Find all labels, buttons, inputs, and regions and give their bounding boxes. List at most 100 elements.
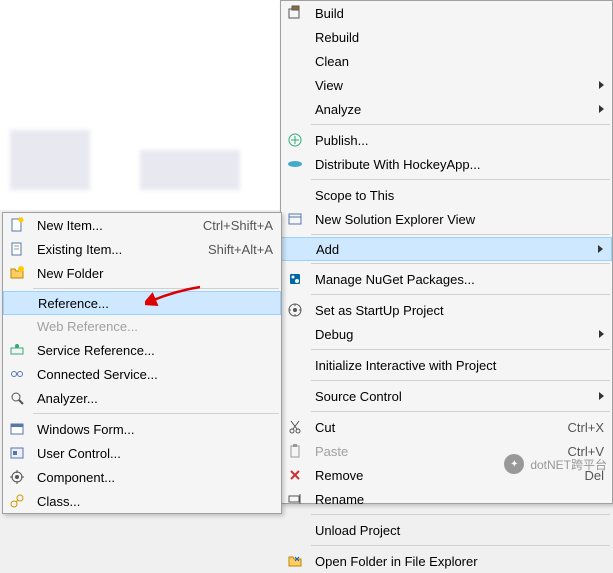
- subMenu-new-item[interactable]: New Item...Ctrl+Shift+A: [3, 213, 281, 237]
- menu-item-label: View: [309, 78, 591, 93]
- mainMenu-initialize-interactive-with-project[interactable]: Initialize Interactive with Project: [281, 353, 612, 377]
- menu-item-label: Analyzer...: [31, 391, 273, 406]
- chevron-right-icon: [599, 81, 604, 89]
- menu-separator: [33, 413, 279, 414]
- mainMenu-distribute-with-hockeyapp[interactable]: Distribute With HockeyApp...: [281, 152, 612, 176]
- build-icon: [281, 5, 309, 21]
- chevron-right-icon: [598, 245, 603, 253]
- menu-item-label: Windows Form...: [31, 422, 273, 437]
- menu-separator: [311, 411, 610, 412]
- menu-item-label: Service Reference...: [31, 343, 273, 358]
- new-item-icon: [3, 217, 31, 233]
- menu-separator: [311, 263, 610, 264]
- menu-item-label: Connected Service...: [31, 367, 273, 382]
- mainMenu-clean[interactable]: Clean: [281, 49, 612, 73]
- menu-separator: [311, 380, 610, 381]
- chevron-right-icon: [599, 392, 604, 400]
- subMenu-existing-item[interactable]: Existing Item...Shift+Alt+A: [3, 237, 281, 261]
- menu-item-label: Reference...: [32, 296, 272, 311]
- publish-icon: [281, 132, 309, 148]
- chevron-right-icon: [599, 105, 604, 113]
- menu-item-label: User Control...: [31, 446, 273, 461]
- subMenu-new-folder[interactable]: New Folder: [3, 261, 281, 285]
- menu-item-label: New Folder: [31, 266, 273, 281]
- context-menu-add-submenu: New Item...Ctrl+Shift+AExisting Item...S…: [2, 212, 282, 514]
- subMenu-service-reference[interactable]: Service Reference...: [3, 338, 281, 362]
- menu-separator: [33, 288, 279, 289]
- menu-item-label: Rebuild: [309, 30, 604, 45]
- subMenu-class[interactable]: Class...: [3, 489, 281, 513]
- startup-icon: [281, 302, 309, 318]
- menu-separator: [311, 124, 610, 125]
- mainMenu-add[interactable]: Add: [281, 237, 612, 261]
- menu-item-label: Publish...: [309, 133, 604, 148]
- menu-item-label: Scope to This: [309, 188, 604, 203]
- mainMenu-new-solution-explorer-view[interactable]: New Solution Explorer View: [281, 207, 612, 231]
- editor-background: [0, 0, 280, 210]
- menu-item-label: Manage NuGet Packages...: [309, 272, 604, 287]
- menu-separator: [311, 179, 610, 180]
- menu-item-label: New Solution Explorer View: [309, 212, 604, 227]
- cut-icon: [281, 419, 309, 435]
- mainMenu-set-as-startup-project[interactable]: Set as StartUp Project: [281, 298, 612, 322]
- subMenu-analyzer[interactable]: Analyzer...: [3, 386, 281, 410]
- wechat-icon: ✦: [504, 454, 524, 474]
- menu-item-label: Open Folder in File Explorer: [309, 554, 604, 569]
- mainMenu-debug[interactable]: Debug: [281, 322, 612, 346]
- mainMenu-analyze[interactable]: Analyze: [281, 97, 612, 121]
- menu-item-shortcut: Ctrl+Shift+A: [191, 218, 273, 233]
- subMenu-reference[interactable]: Reference...: [3, 291, 281, 315]
- mainMenu-scope-to-this[interactable]: Scope to This: [281, 183, 612, 207]
- watermark: ✦ dotNET跨平台: [504, 454, 607, 474]
- subMenu-component[interactable]: Component...: [3, 465, 281, 489]
- service-ref-icon: [3, 342, 31, 358]
- new-folder-icon: [3, 265, 31, 281]
- menu-separator: [311, 514, 610, 515]
- menu-item-label: Add: [310, 242, 590, 257]
- menu-separator: [311, 234, 610, 235]
- subMenu-connected-service[interactable]: Connected Service...: [3, 362, 281, 386]
- subMenu-user-control[interactable]: User Control...: [3, 441, 281, 465]
- chevron-right-icon: [599, 330, 604, 338]
- subMenu-windows-form[interactable]: Windows Form...: [3, 417, 281, 441]
- connected-svc-icon: [3, 366, 31, 382]
- menu-item-shortcut: Ctrl+X: [556, 420, 604, 435]
- menu-item-label: New Item...: [31, 218, 191, 233]
- menu-item-label: Rename: [309, 492, 604, 507]
- nuget-icon: [281, 271, 309, 287]
- mainMenu-manage-nuget-packages[interactable]: Manage NuGet Packages...: [281, 267, 612, 291]
- existing-item-icon: [3, 241, 31, 257]
- rename-icon: [281, 491, 309, 507]
- menu-item-label: Set as StartUp Project: [309, 303, 604, 318]
- winform-icon: [3, 421, 31, 437]
- mainMenu-cut[interactable]: CutCtrl+X: [281, 415, 612, 439]
- class-icon: [3, 493, 31, 509]
- menu-item-label: Analyze: [309, 102, 591, 117]
- subMenu-web-reference: Web Reference...: [3, 314, 281, 338]
- new-view-icon: [281, 211, 309, 227]
- mainMenu-view[interactable]: View: [281, 73, 612, 97]
- mainMenu-open-folder-in-file-explorer[interactable]: Open Folder in File Explorer: [281, 549, 612, 573]
- usercontrol-icon: [3, 445, 31, 461]
- menu-separator: [311, 349, 610, 350]
- mainMenu-rename[interactable]: Rename: [281, 487, 612, 511]
- mainMenu-publish[interactable]: Publish...: [281, 128, 612, 152]
- menu-item-label: Build: [309, 6, 604, 21]
- mainMenu-rebuild[interactable]: Rebuild: [281, 25, 612, 49]
- menu-separator: [311, 545, 610, 546]
- menu-item-label: Class...: [31, 494, 273, 509]
- menu-separator: [311, 294, 610, 295]
- mainMenu-source-control[interactable]: Source Control: [281, 384, 612, 408]
- hockey-icon: [281, 156, 309, 172]
- menu-item-shortcut: Shift+Alt+A: [196, 242, 273, 257]
- watermark-text: dotNET跨平台: [530, 456, 607, 473]
- remove-icon: [281, 467, 309, 483]
- mainMenu-unload-project[interactable]: Unload Project: [281, 518, 612, 542]
- menu-item-label: Clean: [309, 54, 604, 69]
- mainMenu-build[interactable]: Build: [281, 1, 612, 25]
- menu-item-label: Initialize Interactive with Project: [309, 358, 604, 373]
- menu-item-label: Source Control: [309, 389, 591, 404]
- menu-item-label: Existing Item...: [31, 242, 196, 257]
- component-icon: [3, 469, 31, 485]
- menu-item-label: Component...: [31, 470, 273, 485]
